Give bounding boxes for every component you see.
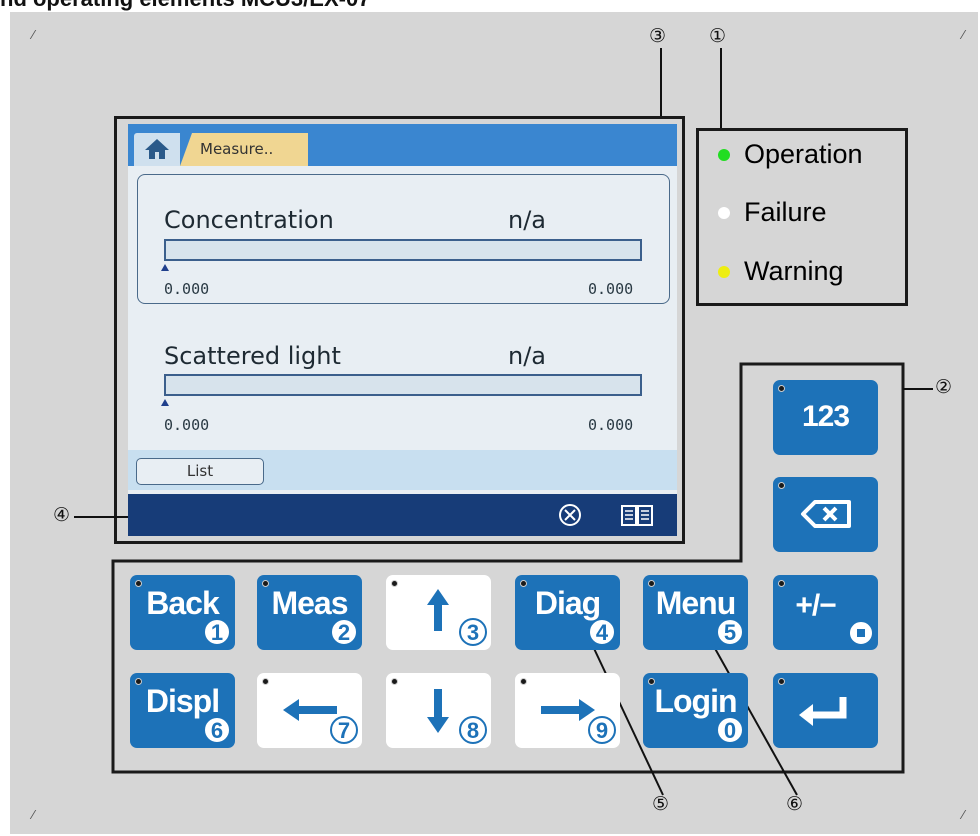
up-button[interactable]: 3 bbox=[386, 575, 491, 650]
key-number: 3 bbox=[459, 618, 487, 646]
key-number: 5 bbox=[716, 618, 744, 646]
key-led-icon bbox=[778, 580, 785, 587]
plus-minus-button[interactable]: +/− bbox=[773, 575, 878, 650]
backspace-button[interactable] bbox=[773, 477, 878, 552]
down-button[interactable]: 8 bbox=[386, 673, 491, 748]
key-led-icon bbox=[778, 385, 785, 392]
key-label: Meas bbox=[271, 585, 348, 621]
displ-button[interactable]: Displ 6 bbox=[130, 673, 235, 748]
key-label: 123 bbox=[801, 400, 850, 433]
numeric-mode-button[interactable]: 123 bbox=[773, 380, 878, 455]
key-number: 1 bbox=[203, 618, 231, 646]
key-number: 8 bbox=[459, 716, 487, 744]
meas-button[interactable]: Meas 2 bbox=[257, 575, 362, 650]
back-button[interactable]: Back 1 bbox=[130, 575, 235, 650]
key-label: Displ bbox=[145, 683, 220, 719]
key-number: 2 bbox=[330, 618, 358, 646]
stop-icon bbox=[848, 620, 874, 646]
key-number: 7 bbox=[330, 716, 358, 744]
right-button[interactable]: 9 bbox=[515, 673, 620, 748]
menu-button[interactable]: Menu 5 bbox=[643, 575, 748, 650]
key-label: Back bbox=[146, 585, 220, 621]
key-label: Login bbox=[654, 683, 737, 719]
enter-icon bbox=[799, 697, 847, 726]
login-button[interactable]: Login 0 bbox=[643, 673, 748, 748]
key-label: Diag bbox=[534, 585, 601, 621]
key-label: +/− bbox=[795, 589, 836, 622]
diag-button[interactable]: Diag 4 bbox=[515, 575, 620, 650]
enter-button[interactable] bbox=[773, 673, 878, 748]
key-number: 0 bbox=[716, 716, 744, 744]
key-number: 9 bbox=[588, 716, 616, 744]
key-number: 6 bbox=[203, 716, 231, 744]
key-label: Menu bbox=[655, 585, 737, 621]
left-button[interactable]: 7 bbox=[257, 673, 362, 748]
key-number: 4 bbox=[588, 618, 616, 646]
backspace-icon bbox=[801, 500, 851, 528]
